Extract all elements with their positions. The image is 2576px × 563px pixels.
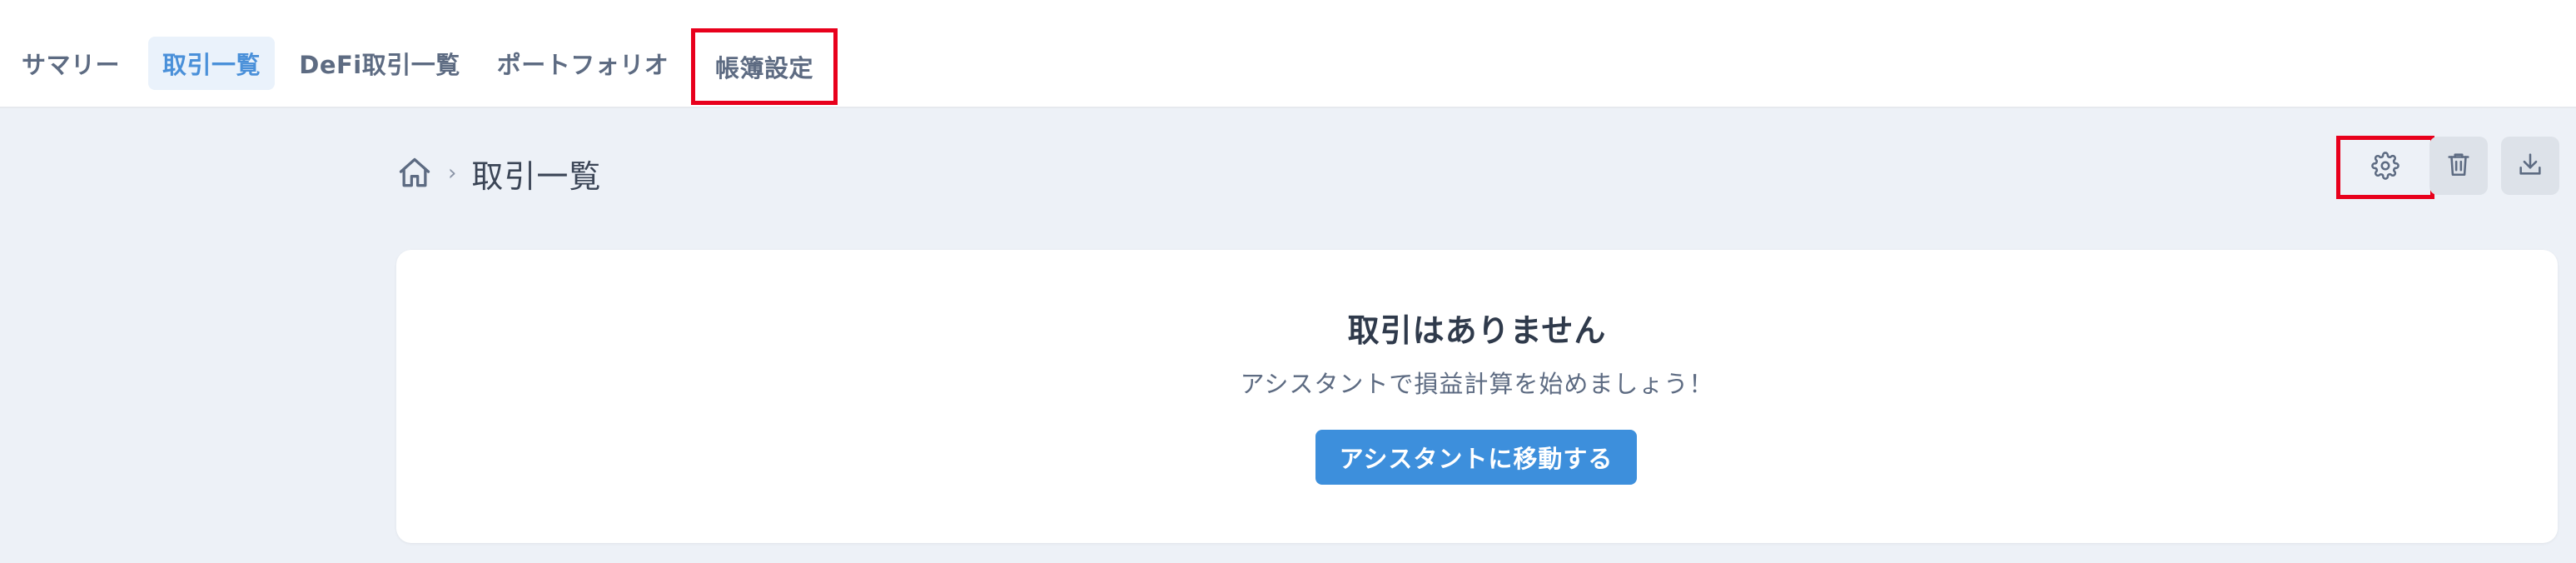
go-to-assistant-button[interactable]: アシスタントに移動する [1315,430,1637,485]
tab-transactions[interactable]: 取引一覧 [148,37,275,90]
tab-summary[interactable]: サマリー [8,37,133,90]
empty-state-title: 取引はありません [1347,312,1607,349]
empty-state-card: 取引はありません アシスタントで損益計算を始めましょう！ アシスタントに移動する [396,250,2558,543]
tab-ledger-settings[interactable]: 帳簿設定 [691,28,838,105]
breadcrumb-separator: › [448,161,457,186]
main-content: › 取引一覧 取引はありません アシスタントで損益計算を始めましょう！ アシスタ… [0,108,2576,563]
tab-portfolio[interactable]: ポートフォリオ [490,37,676,90]
empty-state-subtitle: アシスタントで損益計算を始めましょう！ [1240,370,1714,398]
top-navigation: サマリー 取引一覧 DeFi取引一覧 ポートフォリオ 帳簿設定 [0,0,2576,108]
download-icon [2516,150,2544,182]
gear-icon [2371,152,2399,183]
delete-button[interactable] [2429,137,2488,195]
breadcrumb-current: 取引一覧 [471,157,602,195]
breadcrumb: › 取引一覧 [396,142,601,205]
settings-button[interactable] [2336,136,2434,199]
download-button[interactable] [2501,137,2559,195]
trash-icon [2444,150,2473,182]
tab-defi-transactions[interactable]: DeFi取引一覧 [296,37,463,90]
home-icon[interactable] [396,155,433,192]
